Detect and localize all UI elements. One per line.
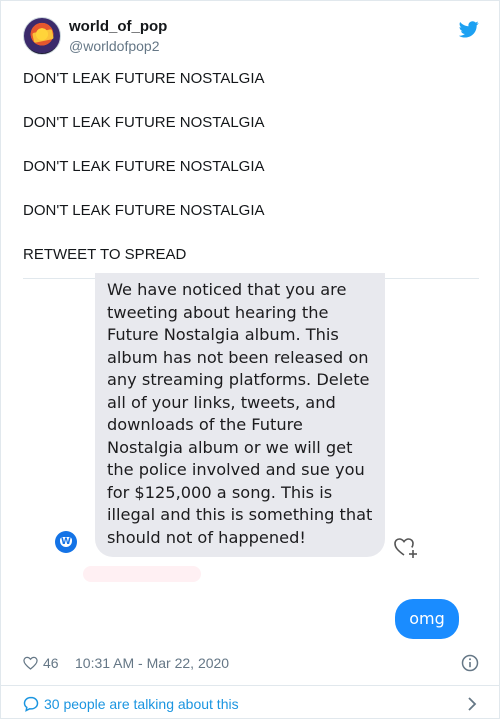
info-icon[interactable] bbox=[461, 654, 479, 672]
message-line: Nostalgia album or we will get bbox=[107, 437, 353, 457]
message-line: the police involved and sue you bbox=[107, 460, 365, 479]
conversation-footer[interactable]: 30 people are talking about this bbox=[1, 685, 500, 719]
tweet-line: DON'T LEAK FUTURE NOSTALGIA bbox=[23, 158, 265, 175]
like-count[interactable]: 46 bbox=[43, 655, 59, 671]
avatar[interactable] bbox=[23, 17, 61, 55]
timestamp[interactable]: 10:31 AM - Mar 22, 2020 bbox=[75, 655, 229, 671]
speech-bubble-icon bbox=[23, 696, 39, 712]
message-line: for $125,000 a song. This is bbox=[107, 482, 333, 502]
message-line: all of your links, tweets, and bbox=[107, 392, 336, 412]
tweet-header: world_of_pop @worldofpop2 bbox=[23, 15, 483, 59]
username[interactable]: @worldofpop2 bbox=[69, 38, 160, 54]
message-line: illegal and this is something that bbox=[107, 505, 373, 524]
tweet-line: DON'T LEAK FUTURE NOSTALGIA bbox=[23, 70, 265, 87]
tweet-line: DON'T LEAK FUTURE NOSTALGIA bbox=[23, 114, 265, 131]
tweet-text: DON'T LEAK FUTURE NOSTALGIA DON'T LEAK F… bbox=[23, 70, 483, 290]
heart-icon[interactable] bbox=[23, 656, 38, 670]
display-name[interactable]: world_of_pop bbox=[69, 18, 167, 35]
message-line: tweeting about hearing the bbox=[107, 302, 329, 322]
sender-logo-icon bbox=[55, 531, 77, 553]
message-line: Future Nostalgia album. This bbox=[107, 325, 339, 344]
tweet-meta: 46 10:31 AM - Mar 22, 2020 bbox=[23, 654, 483, 674]
heart-plus-icon bbox=[394, 538, 417, 558]
chevron-right-icon[interactable] bbox=[467, 696, 477, 712]
message-line: should not of happened! bbox=[107, 527, 306, 547]
conversation-link[interactable]: 30 people are talking about this bbox=[44, 696, 239, 712]
tweet-line: DON'T LEAK FUTURE NOSTALGIA bbox=[23, 202, 265, 219]
twitter-bird-icon[interactable] bbox=[459, 19, 479, 39]
message-line: album has not been released on bbox=[107, 347, 369, 367]
message-line: We have noticed that you are bbox=[107, 280, 347, 299]
received-message-text: We have noticed that you are tweeting ab… bbox=[107, 279, 387, 549]
message-line: any streaming platforms. Delete bbox=[107, 370, 370, 389]
message-line: downloads of the Future bbox=[107, 415, 303, 434]
tweet-card: world_of_pop @worldofpop2 DON'T LEAK FUT… bbox=[0, 0, 500, 719]
sent-message-bubble: omg bbox=[395, 599, 459, 639]
redacted-smudge bbox=[83, 566, 201, 582]
tweet-media-screenshot[interactable]: We have noticed that you are tweeting ab… bbox=[23, 273, 479, 639]
